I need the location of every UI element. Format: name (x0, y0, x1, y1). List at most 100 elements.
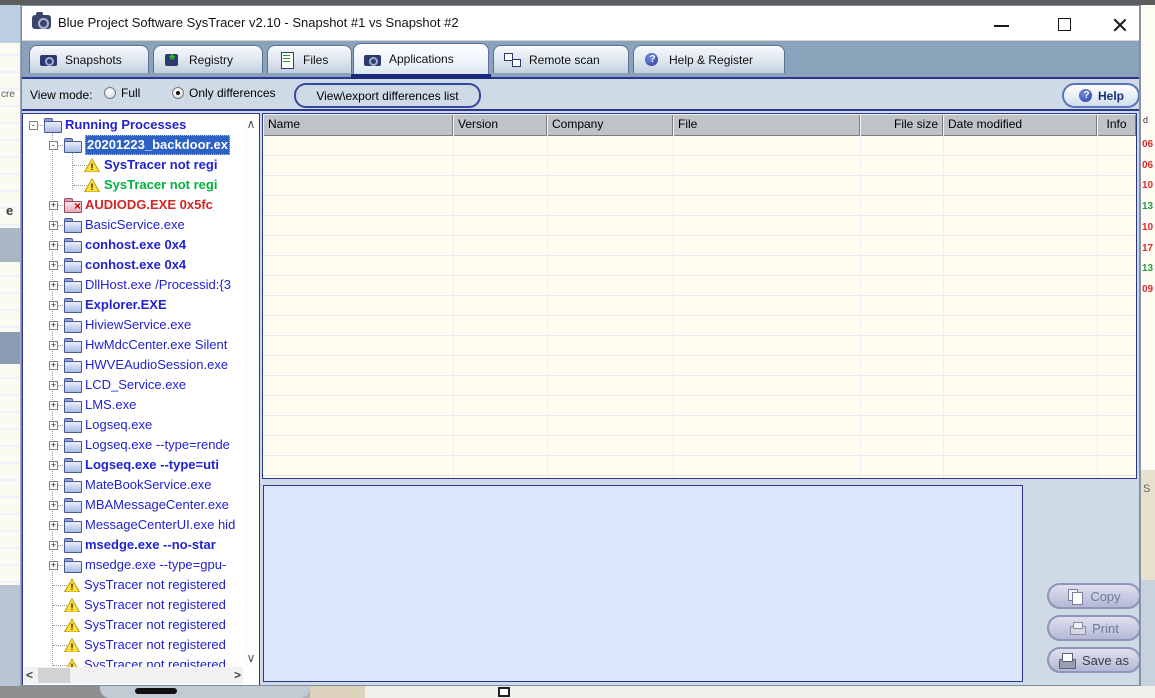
action-button[interactable]: Copy (1047, 583, 1139, 609)
tree-item[interactable]: + Explorer.EXE (23, 295, 243, 315)
tree-item-label: LCD_Service.exe (85, 377, 187, 392)
tree-item[interactable]: + HwMdcCenter.exe Silent (23, 335, 243, 355)
table-column-header[interactable]: File size (860, 114, 943, 136)
tree-expander-icon[interactable]: - (49, 140, 58, 150)
tree-item-icon (64, 618, 80, 632)
tree-item[interactable]: + Logseq.exe (23, 415, 243, 435)
tree-item[interactable]: + AUDIODG.EXE 0x5fc (23, 195, 243, 215)
tree-item[interactable]: SysTracer not registered (23, 655, 243, 667)
action-button[interactable]: Print (1047, 615, 1139, 641)
scrollbar-thumb[interactable] (38, 668, 70, 683)
tree-item[interactable]: SysTracer not registered (23, 595, 243, 615)
tree-expander-icon[interactable]: + (49, 220, 58, 230)
table-column-header[interactable]: File (673, 114, 860, 136)
tree-item[interactable]: SysTracer not regi (23, 155, 243, 175)
tree-item[interactable]: - 20201223_backdoor.ex (23, 135, 243, 155)
help-button[interactable]: Help (1062, 83, 1139, 108)
tree-expander-icon[interactable]: + (49, 260, 58, 270)
tree-expander-icon[interactable]: + (49, 400, 58, 410)
tree-item[interactable]: + HWVEAudioSession.exe (23, 355, 243, 375)
tree-vertical-scrollbar[interactable]: ∧ ∨ (243, 115, 259, 667)
tree-item[interactable]: + msedge.exe --no-star (23, 535, 243, 555)
action-button-label: Copy (1090, 588, 1121, 604)
tree-expander-icon[interactable]: + (49, 460, 58, 470)
tree-expander-icon[interactable]: + (49, 500, 58, 510)
action-button[interactable]: Save as (1047, 647, 1139, 673)
radio-circle-icon (104, 87, 116, 99)
tab-strip: Snapshots Registry Files Applications (22, 41, 1139, 79)
tab[interactable]: Snapshots (29, 45, 149, 73)
table-column-header[interactable]: Info (1097, 114, 1136, 136)
tree-expander-icon[interactable]: + (49, 420, 58, 430)
tree-expander-icon[interactable]: + (49, 300, 58, 310)
tree-item[interactable]: + LMS.exe (23, 395, 243, 415)
tree-item[interactable]: + HiviewService.exe (23, 315, 243, 335)
minimize-button[interactable] (984, 10, 1018, 38)
scroll-down-icon[interactable]: ∨ (243, 651, 259, 665)
maximize-icon (1058, 18, 1071, 31)
tree-item[interactable]: + BasicService.exe (23, 215, 243, 235)
tree-expander-icon[interactable]: + (49, 340, 58, 350)
tree-item[interactable]: SysTracer not registered (23, 575, 243, 595)
tree-expander-icon[interactable]: + (49, 380, 58, 390)
tree-item[interactable]: + conhost.exe 0x4 (23, 255, 243, 275)
tree-expander-icon[interactable]: + (49, 520, 58, 530)
tree-item-icon (64, 598, 80, 612)
window-title: Blue Project Software SysTracer v2.10 - … (58, 15, 459, 30)
tree-item-label: SysTracer not registered (84, 657, 226, 667)
background-maximize-fragment (498, 687, 510, 697)
tree-item[interactable]: SysTracer not registered (23, 615, 243, 635)
tree-expander-icon[interactable]: + (49, 440, 58, 450)
tree-item[interactable]: + Logseq.exe --type=rende (23, 435, 243, 455)
tree-expander-icon[interactable]: - (29, 120, 38, 130)
tree-expander-icon[interactable]: + (49, 560, 58, 570)
tree-expander-icon[interactable]: + (49, 200, 58, 210)
view-export-differences-button[interactable]: View\export differences list (294, 83, 481, 108)
table-column-header[interactable]: Version (453, 114, 547, 136)
table-column-header[interactable]: Date modified (943, 114, 1097, 136)
tree-item[interactable]: + MateBookService.exe (23, 475, 243, 495)
tab[interactable]: Applications (351, 43, 491, 79)
maximize-button[interactable] (1047, 10, 1081, 38)
tree-expander-icon[interactable]: + (49, 320, 58, 330)
tree-item[interactable]: + DllHost.exe /Processid:{3 (23, 275, 243, 295)
background-clipped-text: e (6, 203, 14, 218)
tree-item[interactable]: + msedge.exe --type=gpu- (23, 555, 243, 575)
tree-item[interactable]: + LCD_Service.exe (23, 375, 243, 395)
close-button[interactable] (1102, 10, 1136, 38)
tab[interactable]: Help & Register (633, 45, 785, 73)
tree-item[interactable]: + Logseq.exe --type=uti (23, 455, 243, 475)
tab[interactable]: Files (267, 45, 352, 73)
tree-item[interactable]: + conhost.exe 0x4 (23, 235, 243, 255)
table-body-empty[interactable] (263, 136, 1136, 478)
tree-expander-icon[interactable]: + (49, 480, 58, 490)
view-mode-radio[interactable]: Full (104, 86, 140, 100)
tab[interactable]: Registry (153, 45, 263, 73)
tree-item-label: conhost.exe 0x4 (85, 257, 187, 272)
tree-scroll-area: - Running Processes - 20201223_backdoor.… (23, 115, 243, 667)
view-mode-radio[interactable]: Only differences (172, 86, 276, 100)
tree-item-label: SysTracer not regi (104, 157, 218, 172)
tab-label: Applications (389, 52, 454, 66)
scroll-up-icon[interactable]: ∧ (243, 117, 259, 131)
tree-item[interactable]: + MessageCenterUI.exe hid (23, 515, 243, 535)
tree-horizontal-scrollbar[interactable]: < > (24, 667, 243, 684)
detail-text-area[interactable] (263, 485, 1023, 682)
tree-item[interactable]: SysTracer not regi (23, 175, 243, 195)
tab[interactable]: Remote scan (493, 45, 629, 73)
tree-item[interactable]: - Running Processes (23, 115, 243, 135)
close-icon (1112, 17, 1128, 33)
tree-item-label: MBAMessageCenter.exe (85, 497, 229, 512)
table-column-header[interactable]: Company (547, 114, 673, 136)
table-column-header[interactable]: Name (263, 114, 453, 136)
view-mode-toolbar: View mode: Full Only differences View\ex… (22, 77, 1139, 111)
tree-item[interactable]: + MBAMessageCenter.exe (23, 495, 243, 515)
scroll-left-icon[interactable]: < (26, 668, 33, 682)
tree-item[interactable]: SysTracer not registered (23, 635, 243, 655)
scroll-right-icon[interactable]: > (234, 668, 241, 682)
tree-expander-icon[interactable]: + (49, 360, 58, 370)
tree-expander-icon[interactable]: + (49, 240, 58, 250)
tree-expander-icon[interactable]: + (49, 280, 58, 290)
tree-expander-icon[interactable]: + (49, 540, 58, 550)
tab-label: Help & Register (669, 52, 754, 67)
